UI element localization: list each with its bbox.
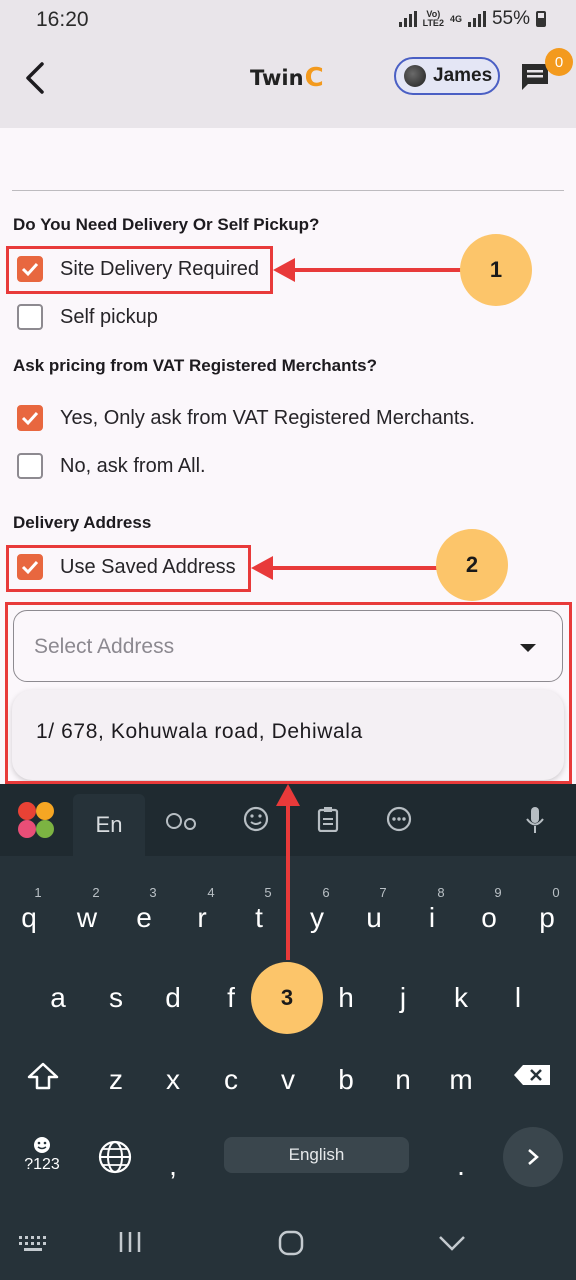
spacebar[interactable]: English	[224, 1137, 409, 1173]
key-hint: 3	[149, 885, 157, 900]
vat-question: Ask pricing from VAT Registered Merchant…	[13, 356, 377, 375]
key-hint: 8	[437, 885, 445, 900]
key-e[interactable]: e	[124, 902, 164, 934]
app-logo: Twin C	[250, 63, 324, 93]
recents-icon[interactable]	[118, 1230, 142, 1254]
key-n[interactable]: n	[383, 1064, 423, 1096]
self-pickup-option[interactable]: Self pickup	[17, 304, 158, 330]
app-bar: Twin C James 0	[0, 38, 576, 128]
key-hint: 1	[34, 885, 42, 900]
status-time: 16:20	[36, 8, 89, 31]
ask-all-option[interactable]: No, ask from All.	[17, 453, 206, 479]
volte-indicator: Vo) LTE2	[422, 9, 444, 28]
ask-all-checkbox[interactable]	[17, 453, 43, 479]
status-bar: 16:20 Vo) LTE2 4G 55%	[0, 0, 576, 38]
divider	[12, 190, 564, 191]
key-i[interactable]: i	[412, 902, 452, 934]
backspace-key-icon[interactable]	[513, 1064, 551, 1086]
globe-key-icon[interactable]	[97, 1139, 133, 1175]
back-nav-icon[interactable]	[438, 1234, 466, 1252]
vat-only-option[interactable]: Yes, Only ask from VAT Registered Mercha…	[17, 405, 475, 431]
chevron-right-icon	[528, 1149, 539, 1165]
emoji-key-icon[interactable]	[33, 1136, 51, 1154]
signal-icon	[398, 11, 417, 27]
key-t[interactable]: t	[239, 902, 279, 934]
signal-icon-2	[467, 11, 486, 27]
key-o[interactable]: o	[469, 902, 509, 934]
key-l[interactable]: l	[498, 982, 538, 1014]
home-icon[interactable]	[278, 1230, 304, 1256]
delivery-question: Do You Need Delivery Or Self Pickup?	[13, 215, 320, 234]
highlight-box-2	[6, 545, 251, 592]
tab-english[interactable]: En	[73, 794, 145, 856]
user-chip[interactable]: James	[394, 57, 500, 95]
annotation-arrow-1	[288, 268, 463, 272]
vat-only-label: Yes, Only ask from VAT Registered Mercha…	[60, 406, 475, 429]
key-hint: 0	[552, 885, 560, 900]
key-x[interactable]: x	[153, 1064, 193, 1096]
comma-key[interactable]: ,	[153, 1150, 193, 1182]
key-b[interactable]: b	[326, 1064, 366, 1096]
symbols-key[interactable]: ?123	[22, 1156, 62, 1174]
emoji-icon[interactable]	[243, 806, 269, 832]
annotation-arrow-3	[286, 800, 290, 960]
key-hint: 4	[207, 885, 215, 900]
arrowhead-1-icon	[273, 258, 295, 282]
key-f[interactable]: f	[211, 982, 251, 1014]
key-y[interactable]: y	[297, 902, 337, 934]
arrowhead-2-icon	[251, 556, 273, 580]
enter-key[interactable]	[503, 1127, 563, 1187]
key-j[interactable]: j	[383, 982, 423, 1014]
avatar	[404, 65, 426, 87]
key-hint: 7	[379, 885, 387, 900]
ask-all-label: No, ask from All.	[60, 454, 206, 477]
network-4g-indicator: 4G	[449, 13, 462, 24]
marker-3: 3	[251, 962, 323, 1034]
key-q[interactable]: q	[9, 902, 49, 934]
delivery-address-title: Delivery Address	[13, 513, 152, 532]
self-pickup-checkbox[interactable]	[17, 304, 43, 330]
vat-only-checkbox[interactable]	[17, 405, 43, 431]
key-u[interactable]: u	[354, 902, 394, 934]
keyboard-hide-icon[interactable]	[18, 1234, 48, 1252]
key-v[interactable]: v	[268, 1064, 308, 1096]
user-name: James	[433, 65, 493, 86]
key-d[interactable]: d	[153, 982, 193, 1014]
self-pickup-label: Self pickup	[60, 305, 158, 328]
keyboard-logo-icon[interactable]	[18, 802, 56, 840]
marker-2: 2	[436, 529, 508, 601]
key-s[interactable]: s	[96, 982, 136, 1014]
sinhala-input-icon[interactable]	[166, 810, 198, 832]
highlight-box-1	[6, 246, 273, 294]
microphone-icon[interactable]	[525, 806, 545, 834]
status-icons: Vo) LTE2 4G 55%	[398, 8, 546, 30]
highlight-box-3	[5, 602, 572, 784]
more-options-icon[interactable]	[386, 806, 412, 832]
key-a[interactable]: a	[38, 982, 78, 1014]
key-hint: 2	[92, 885, 100, 900]
key-m[interactable]: m	[441, 1064, 481, 1096]
marker-1: 1	[460, 234, 532, 306]
back-arrow-icon[interactable]	[22, 58, 52, 98]
battery-percent: 55%	[491, 8, 530, 29]
key-w[interactable]: w	[67, 902, 107, 934]
battery-icon	[536, 11, 546, 27]
period-key[interactable]: .	[441, 1150, 481, 1182]
annotation-arrow-2	[266, 566, 441, 570]
key-p[interactable]: p	[527, 902, 567, 934]
system-nav-bar	[0, 1204, 576, 1280]
key-h[interactable]: h	[326, 982, 366, 1014]
key-hint: 5	[264, 885, 272, 900]
arrowhead-3-icon	[276, 784, 300, 806]
notification-badge: 0	[545, 48, 573, 76]
clipboard-icon[interactable]	[317, 806, 339, 832]
key-hint: 6	[322, 885, 330, 900]
key-r[interactable]: r	[182, 902, 222, 934]
key-c[interactable]: c	[211, 1064, 251, 1096]
key-k[interactable]: k	[441, 982, 481, 1014]
shift-key-icon[interactable]	[26, 1062, 60, 1090]
key-hint: 9	[494, 885, 502, 900]
key-z[interactable]: z	[96, 1064, 136, 1096]
